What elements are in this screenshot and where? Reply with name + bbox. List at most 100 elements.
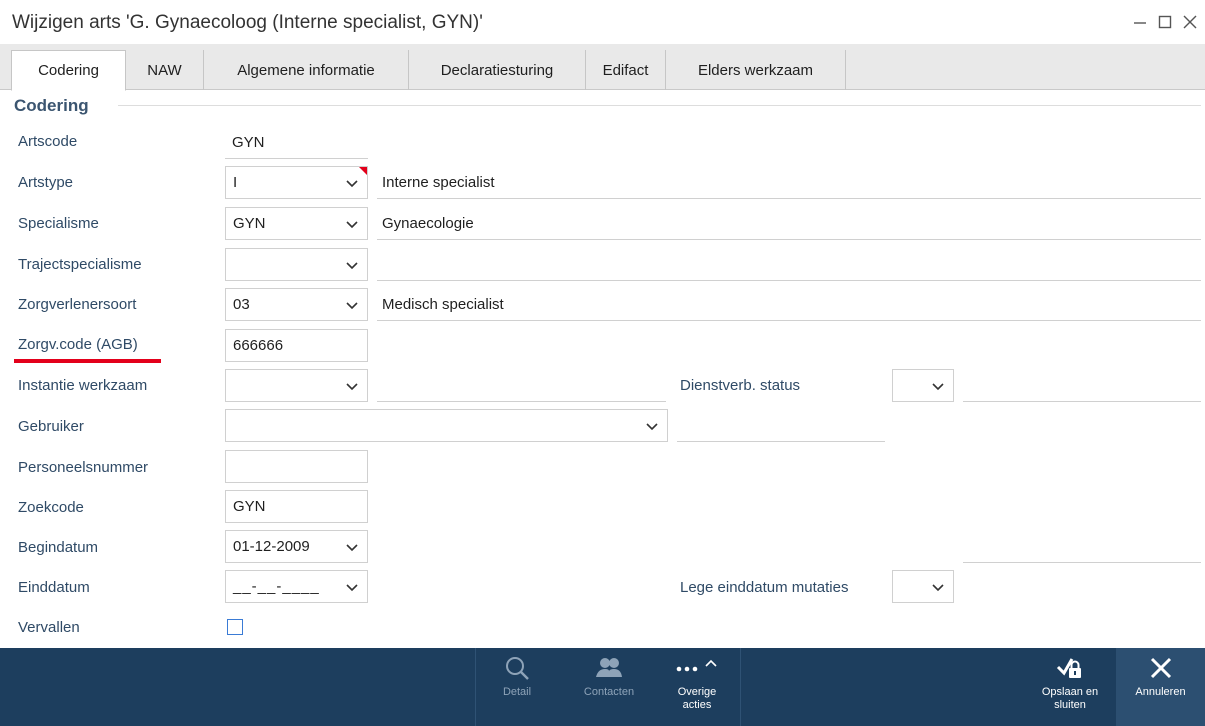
chevron-down-icon bbox=[346, 544, 358, 552]
tab-bar: Codering NAW Algemene informatie Declara… bbox=[0, 44, 1205, 91]
zorgverlenersoort-value: 03 bbox=[233, 296, 250, 313]
tab-codering[interactable]: Codering bbox=[11, 50, 126, 91]
zorgverlenersoort-dropdown[interactable]: 03 bbox=[225, 288, 368, 321]
detail-label: Detail bbox=[502, 686, 532, 698]
dienstverb-status-label: Dienstverb. status bbox=[680, 377, 801, 394]
search-icon bbox=[506, 657, 529, 680]
zorgv-code-label: Zorgv.code (AGB) bbox=[18, 336, 138, 353]
instantie-werkzaam-label: Instantie werkzaam bbox=[18, 377, 148, 394]
begindatum-datepicker[interactable]: 01-12-2009 bbox=[225, 530, 368, 563]
overige-acties-label-line2: acties bbox=[682, 699, 712, 711]
chevron-down-icon bbox=[346, 180, 358, 188]
begindatum-value: 01-12-2009 bbox=[233, 538, 310, 555]
highlight-underline bbox=[14, 359, 161, 363]
annuleren-label: Annuleren bbox=[1135, 686, 1186, 698]
zorgverlenersoort-label: Zorgverlenersoort bbox=[18, 296, 137, 313]
lege-einddatum-mutaties-label: Lege einddatum mutaties bbox=[680, 579, 849, 596]
specialisme-description: Gynaecologie bbox=[377, 207, 1201, 240]
opslaan-en-sluiten-button[interactable]: Opslaan en sluiten bbox=[1030, 648, 1110, 726]
tab-naw[interactable]: NAW bbox=[126, 50, 204, 90]
overige-acties-button[interactable]: Overige acties bbox=[662, 648, 732, 726]
chevron-down-icon bbox=[346, 302, 358, 310]
artstype-label: Artstype bbox=[18, 174, 74, 191]
window-title: Wijzigen arts 'G. Gynaecoloog (Interne s… bbox=[12, 12, 483, 33]
contacts-icon bbox=[596, 658, 622, 677]
artstype-description-text: Interne specialist bbox=[382, 173, 495, 191]
overige-acties-label: Overige acties bbox=[678, 686, 717, 712]
specialisme-label: Specialisme bbox=[18, 215, 99, 232]
einddatum-value: __-__-____ bbox=[233, 578, 320, 595]
vervallen-checkbox[interactable] bbox=[227, 619, 243, 635]
chevron-down-icon bbox=[646, 423, 658, 431]
overige-acties-label-line1: Overige bbox=[677, 686, 717, 698]
gebruiker-label: Gebruiker bbox=[18, 418, 84, 435]
title-bar: Wijzigen arts 'G. Gynaecoloog (Interne s… bbox=[0, 0, 1205, 44]
begindatum-label: Begindatum bbox=[18, 539, 99, 556]
right-column-divider bbox=[963, 530, 1201, 563]
artstype-value: I bbox=[233, 174, 238, 191]
chevron-down-icon bbox=[346, 221, 358, 229]
save-close-icon bbox=[1056, 658, 1081, 678]
zoekcode-value: GYN bbox=[233, 498, 266, 515]
trajectspecialisme-dropdown[interactable] bbox=[225, 248, 368, 281]
opslaan-label-line2: sluiten bbox=[1054, 699, 1086, 711]
chevron-down-icon bbox=[346, 262, 358, 270]
detail-button[interactable]: Detail bbox=[488, 648, 546, 726]
instantie-werkzaam-dropdown[interactable] bbox=[225, 369, 368, 402]
artstype-dropdown[interactable]: I bbox=[225, 166, 368, 199]
close-icon bbox=[1150, 657, 1171, 679]
dienstverb-status-dropdown[interactable] bbox=[892, 369, 954, 402]
required-marker bbox=[359, 167, 367, 175]
zoekcode-input[interactable]: GYN bbox=[225, 490, 368, 523]
opslaan-label-line1: Opslaan en bbox=[1041, 686, 1099, 698]
tab-edifact[interactable]: Edifact bbox=[586, 50, 666, 90]
artscode-label: Artscode bbox=[18, 133, 78, 150]
einddatum-label: Einddatum bbox=[18, 579, 90, 596]
more-icon bbox=[676, 659, 717, 672]
artstype-description: Interne specialist bbox=[377, 166, 1201, 199]
einddatum-datepicker[interactable]: __-__-____ bbox=[225, 570, 368, 603]
trajectspecialisme-label: Trajectspecialisme bbox=[18, 256, 142, 273]
section-divider bbox=[118, 105, 1201, 106]
close-icon bbox=[1183, 15, 1197, 29]
specialisme-value: GYN bbox=[233, 215, 266, 232]
personeelsnummer-input[interactable] bbox=[225, 450, 368, 483]
divider bbox=[740, 648, 741, 726]
lege-einddatum-mutaties-dropdown[interactable] bbox=[892, 570, 954, 603]
chevron-down-icon bbox=[932, 383, 944, 391]
contacten-label: Contacten bbox=[583, 686, 635, 698]
artscode-text: GYN bbox=[232, 133, 265, 151]
divider bbox=[475, 648, 476, 726]
zorgv-code-input[interactable]: 666666 bbox=[225, 329, 368, 362]
opslaan-en-sluiten-label: Opslaan en sluiten bbox=[1042, 686, 1098, 712]
annuleren-button[interactable]: Annuleren bbox=[1116, 648, 1205, 726]
vervallen-label: Vervallen bbox=[18, 619, 80, 636]
section-title: Codering bbox=[14, 96, 89, 115]
tab-declaratiesturing[interactable]: Declaratiesturing bbox=[409, 50, 586, 90]
gebruiker-description bbox=[677, 409, 885, 442]
zoekcode-label: Zoekcode bbox=[18, 499, 84, 516]
specialisme-description-text: Gynaecologie bbox=[382, 214, 474, 232]
trajectspecialisme-description bbox=[377, 248, 1201, 281]
chevron-down-icon bbox=[346, 584, 358, 592]
maximize-button[interactable] bbox=[1153, 8, 1177, 36]
zorgverlenersoort-description-text: Medisch specialist bbox=[382, 295, 504, 313]
personeelsnummer-label: Personeelsnummer bbox=[18, 459, 149, 476]
artscode-value: GYN bbox=[225, 126, 368, 159]
zorgverlenersoort-description: Medisch specialist bbox=[377, 288, 1201, 321]
specialisme-dropdown[interactable]: GYN bbox=[225, 207, 368, 240]
action-bar: Detail Contacten Overige acties Opslaan … bbox=[0, 648, 1205, 726]
gebruiker-dropdown[interactable] bbox=[225, 409, 668, 442]
minimize-icon bbox=[1134, 22, 1146, 24]
instantie-werkzaam-description bbox=[377, 369, 666, 402]
chevron-down-icon bbox=[932, 584, 944, 592]
maximize-icon bbox=[1158, 15, 1172, 29]
zorgv-code-value: 666666 bbox=[233, 337, 284, 354]
tab-elders-werkzaam[interactable]: Elders werkzaam bbox=[666, 50, 846, 90]
minimize-button[interactable] bbox=[1128, 8, 1152, 36]
close-window-button[interactable] bbox=[1178, 8, 1202, 36]
contacten-button[interactable]: Contacten bbox=[572, 648, 646, 726]
tab-algemene-informatie[interactable]: Algemene informatie bbox=[204, 50, 409, 90]
chevron-down-icon bbox=[346, 383, 358, 391]
dienstverb-status-description bbox=[963, 369, 1201, 402]
